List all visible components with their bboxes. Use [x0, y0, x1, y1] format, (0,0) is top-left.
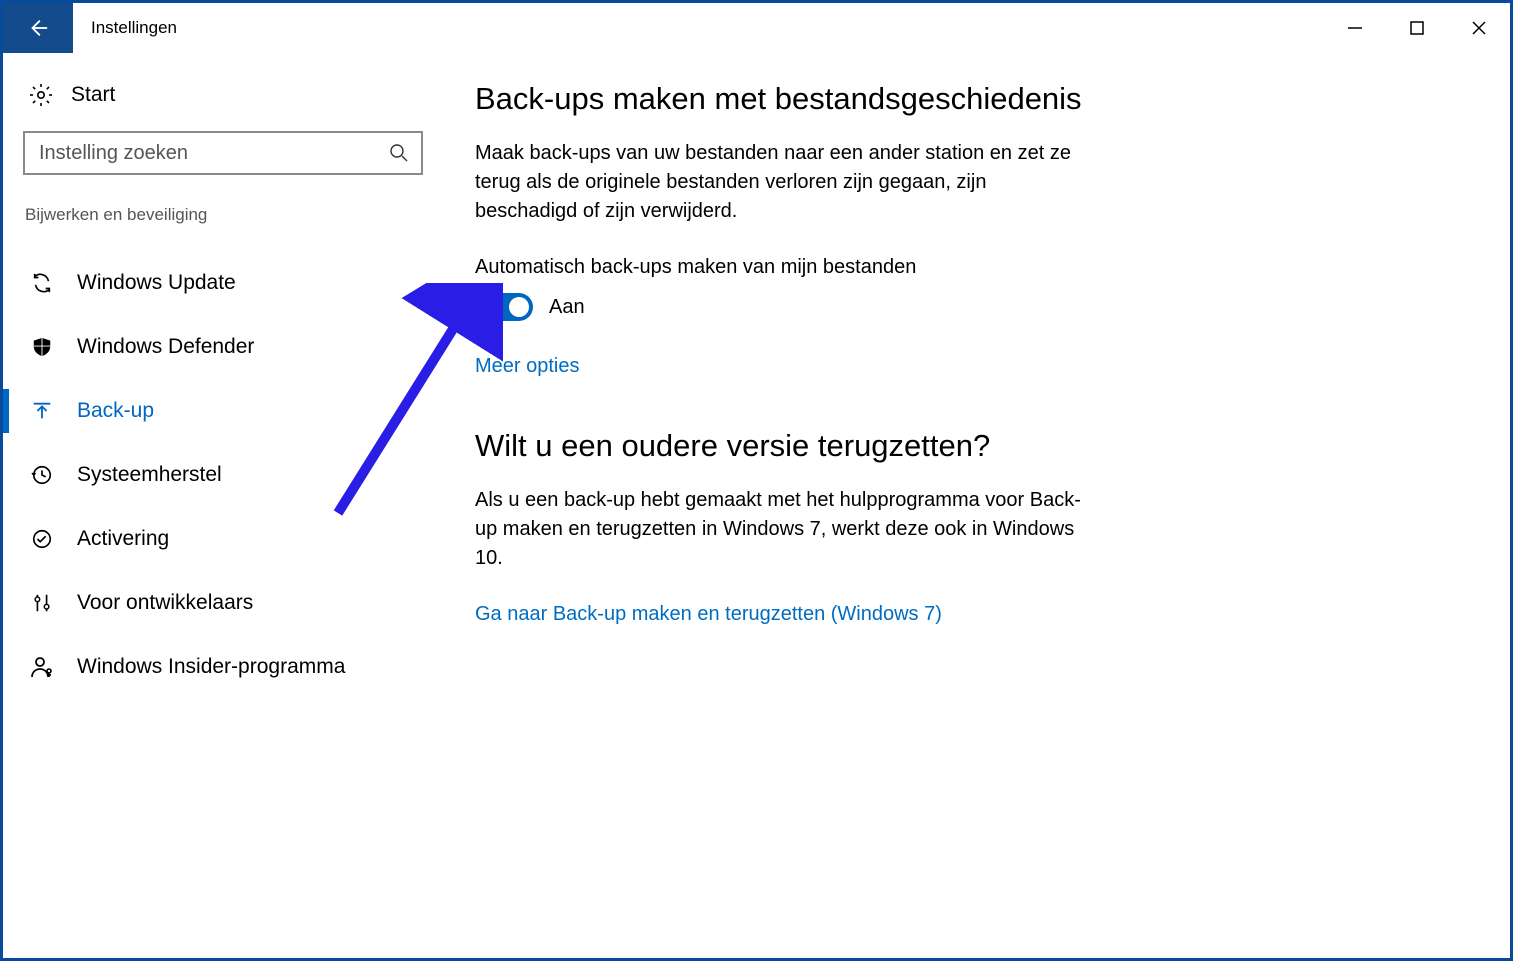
sidebar-item-windows-update[interactable]: Windows Update [23, 251, 423, 315]
sidebar-item-systeemherstel[interactable]: Systeemherstel [23, 443, 423, 507]
titlebar: Instellingen [3, 3, 1510, 53]
minimize-icon [1347, 20, 1363, 36]
backup-restore-win7-link[interactable]: Ga naar Back-up maken en terugzetten (Wi… [475, 603, 1103, 626]
sidebar-item-windows-defender[interactable]: Windows Defender [23, 315, 423, 379]
sidebar: Start Bijwerken en beveiliging Windows U… [3, 53, 443, 958]
description-file-history: Maak back-ups van uw bestanden naar een … [475, 139, 1085, 226]
maximize-icon [1409, 20, 1425, 36]
person-key-icon [29, 655, 55, 679]
description-restore-older: Als u een back-up hebt gemaakt met het h… [475, 486, 1085, 573]
toggle-label: Automatisch back-ups maken van mijn best… [475, 256, 1103, 279]
history-icon [29, 464, 55, 486]
shield-icon [29, 336, 55, 358]
sidebar-item-back-up[interactable]: Back-up [23, 379, 423, 443]
close-button[interactable] [1448, 3, 1510, 53]
minimize-button[interactable] [1324, 3, 1386, 53]
sidebar-item-label: Windows Defender [77, 335, 254, 359]
toggle-knob [509, 297, 529, 317]
content: Back-ups maken met bestandsgeschiedenis … [443, 53, 1143, 958]
sidebar-category: Bijwerken en beveiliging [25, 205, 423, 225]
search-icon [389, 143, 409, 163]
gear-icon [29, 83, 53, 107]
sidebar-start[interactable]: Start [23, 81, 423, 131]
more-options-link[interactable]: Meer opties [475, 355, 580, 377]
window-controls [1324, 3, 1510, 53]
sidebar-item-label: Voor ontwikkelaars [77, 591, 253, 615]
sidebar-item-windows-insider[interactable]: Windows Insider-programma [23, 635, 423, 699]
sidebar-item-voor-ontwikkelaars[interactable]: Voor ontwikkelaars [23, 571, 423, 635]
auto-backup-toggle[interactable] [475, 293, 533, 321]
settings-window: Instellingen Start [0, 0, 1513, 961]
back-button[interactable] [3, 3, 73, 53]
toggle-state-text: Aan [549, 296, 585, 319]
search-input[interactable] [37, 141, 389, 166]
upload-arrow-icon [29, 400, 55, 422]
maximize-button[interactable] [1386, 3, 1448, 53]
close-icon [1471, 20, 1487, 36]
refresh-icon [29, 272, 55, 294]
body: Start Bijwerken en beveiliging Windows U… [3, 53, 1510, 958]
heading-file-history: Back-ups maken met bestandsgeschiedenis [475, 81, 1103, 117]
sidebar-item-label: Windows Update [77, 271, 236, 295]
arrow-left-icon [27, 17, 49, 39]
sidebar-item-label: Activering [77, 527, 169, 551]
sliders-icon [29, 592, 55, 614]
window-title: Instellingen [73, 3, 177, 53]
search-box[interactable] [23, 131, 423, 175]
sidebar-start-label: Start [71, 83, 115, 107]
toggle-row: Aan [475, 293, 1103, 321]
check-circle-icon [29, 528, 55, 550]
sidebar-nav: Windows Update Windows Defender Back-up [23, 251, 423, 699]
sidebar-item-label: Systeemherstel [77, 463, 222, 487]
sidebar-item-label: Windows Insider-programma [77, 655, 345, 679]
sidebar-item-activering[interactable]: Activering [23, 507, 423, 571]
sidebar-item-label: Back-up [77, 399, 154, 423]
heading-restore-older: Wilt u een oudere versie terugzetten? [475, 428, 1103, 464]
